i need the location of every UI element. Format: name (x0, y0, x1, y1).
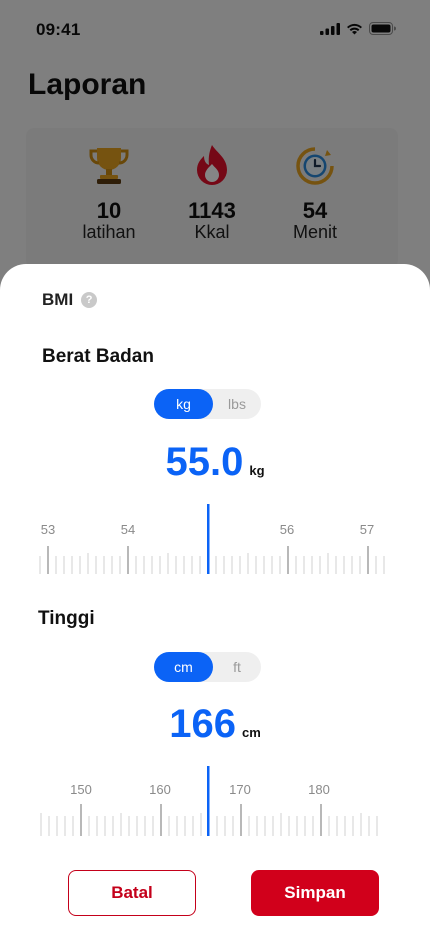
bmi-label: BMI (42, 290, 74, 309)
weight-unit: kg (249, 463, 265, 478)
weight-title: Berat Badan (42, 346, 154, 367)
height-value-display: 166 cm (0, 702, 430, 747)
unit-option-ft[interactable]: ft (213, 652, 261, 682)
ruler-label: 54 (121, 522, 135, 537)
height-ruler[interactable]: 150 160 170 180 (36, 766, 386, 840)
height-unit-toggle: cm ft (154, 652, 261, 682)
ruler-label: 170 (229, 782, 251, 797)
weight-ruler[interactable]: 53 54 56 57 (36, 504, 386, 578)
ruler-label: 57 (360, 522, 374, 537)
bmi-bottom-sheet: BMI ? Berat Badan kg lbs 55.0 kg 53 54 56… (0, 264, 430, 932)
unit-option-lbs[interactable]: lbs (213, 389, 261, 419)
ruler-label: 56 (280, 522, 294, 537)
ruler-indicator (207, 766, 210, 836)
save-button[interactable]: Simpan (251, 870, 379, 916)
ruler-label: 180 (308, 782, 330, 797)
ruler-indicator (207, 504, 210, 574)
unit-option-kg[interactable]: kg (154, 389, 213, 419)
weight-value-display: 55.0 kg (0, 440, 430, 485)
height-unit: cm (241, 725, 261, 740)
ruler-label: 53 (41, 522, 55, 537)
ruler-label: 160 (149, 782, 171, 797)
unit-option-cm[interactable]: cm (154, 652, 213, 682)
weight-unit-toggle: kg lbs (154, 389, 261, 419)
cancel-button[interactable]: Batal (68, 870, 196, 916)
bmi-header: BMI ? (42, 290, 98, 310)
height-title: Tinggi (38, 608, 95, 629)
help-icon[interactable]: ? (81, 292, 98, 308)
height-value: 166 (169, 702, 236, 746)
weight-value: 55.0 (165, 440, 244, 484)
ruler-label: 150 (70, 782, 92, 797)
